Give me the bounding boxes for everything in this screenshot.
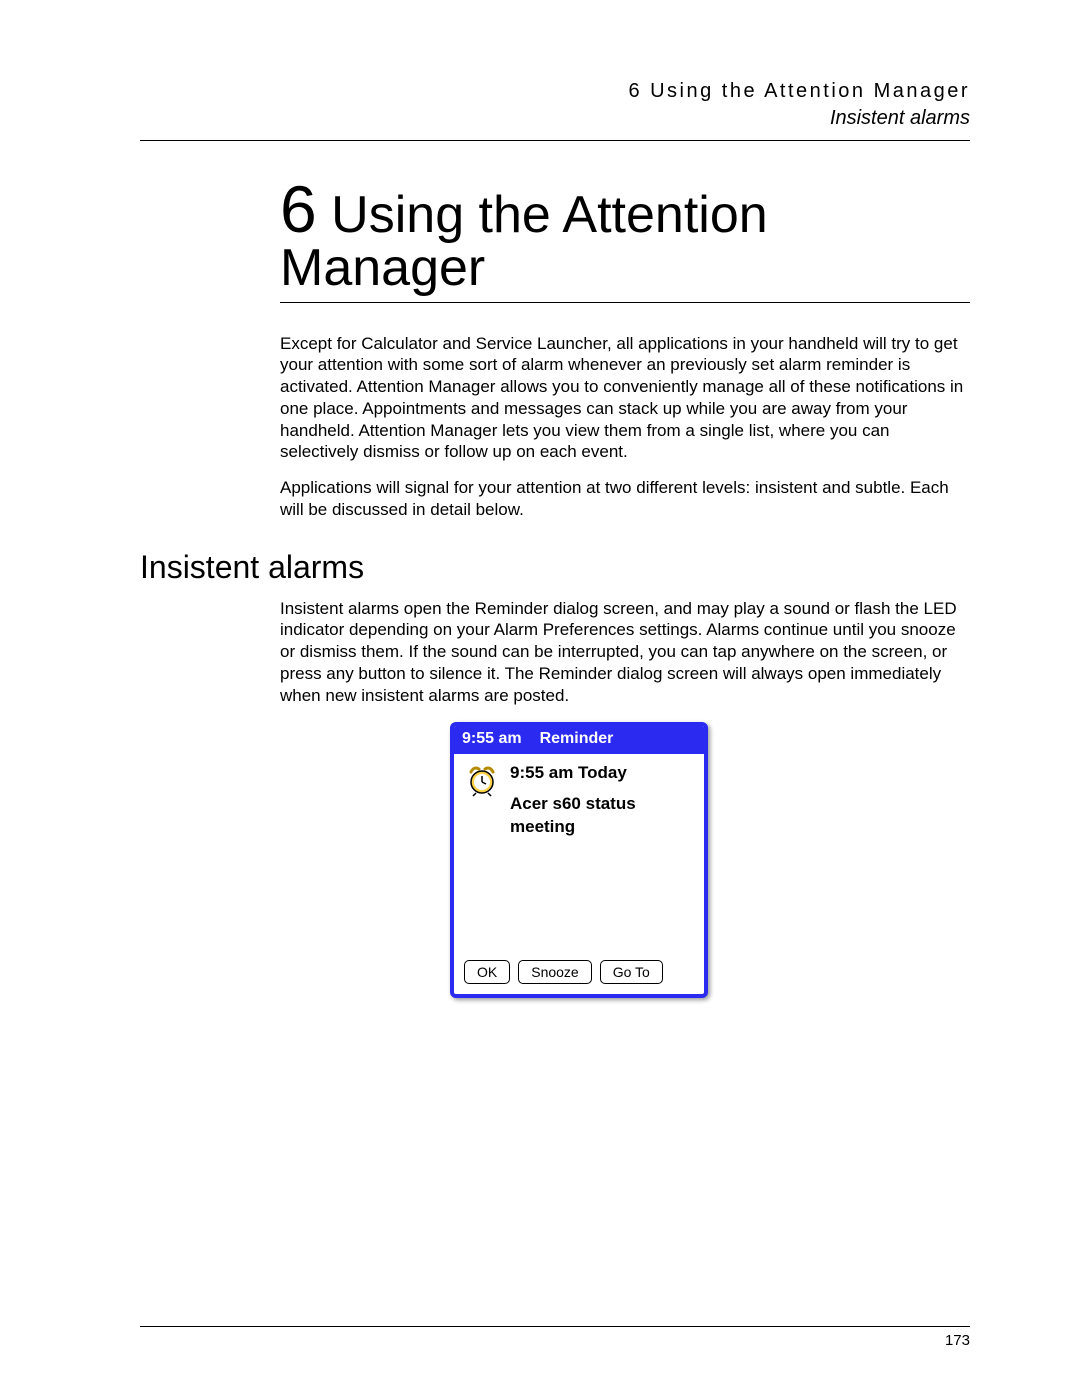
reminder-body: 9:55 am Today Acer s60 status meeting (454, 754, 704, 952)
running-header: 6 Using the Attention Manager Insistent … (140, 80, 970, 141)
document-page: 6 Using the Attention Manager Insistent … (0, 0, 1080, 1397)
header-chapter-label: 6 Using the Attention Manager (140, 80, 970, 103)
reminder-titlebar: 9:55 am Reminder (454, 726, 704, 754)
header-section-label: Insistent alarms (140, 107, 970, 130)
alarm-clock-icon (464, 762, 500, 944)
chapter-title-line2: Manager (280, 241, 970, 296)
reminder-dialog-figure: 9:55 am Reminder (450, 722, 970, 998)
intro-paragraph-1: Except for Calculator and Service Launch… (280, 333, 970, 464)
reminder-event-time: 9:55 am Today (510, 762, 636, 785)
chapter-title: 6 Using the Attention Manager (280, 171, 970, 303)
chapter-title-line1: Using the Attention (317, 186, 768, 244)
section-heading: Insistent alarms (140, 549, 970, 586)
footer-rule (140, 1326, 970, 1327)
section-paragraphs: Insistent alarms open the Reminder dialo… (280, 598, 970, 707)
page-number: 173 (945, 1332, 970, 1349)
intro-paragraph-2: Applications will signal for your attent… (280, 477, 970, 521)
section-paragraph-1: Insistent alarms open the Reminder dialo… (280, 598, 970, 707)
reminder-dialog: 9:55 am Reminder (450, 722, 708, 998)
reminder-event-line2: meeting (510, 816, 636, 839)
ok-button[interactable]: OK (464, 960, 510, 984)
reminder-button-row: OK Snooze Go To (454, 952, 704, 994)
reminder-time: 9:55 am (462, 730, 522, 748)
reminder-event-line1: Acer s60 status (510, 793, 636, 816)
chapter-number: 6 (280, 172, 317, 246)
reminder-event-text: 9:55 am Today Acer s60 status meeting (510, 762, 636, 944)
reminder-title-text: Reminder (540, 730, 614, 748)
intro-paragraphs: Except for Calculator and Service Launch… (280, 333, 970, 521)
snooze-button[interactable]: Snooze (518, 960, 591, 984)
goto-button[interactable]: Go To (600, 960, 663, 984)
